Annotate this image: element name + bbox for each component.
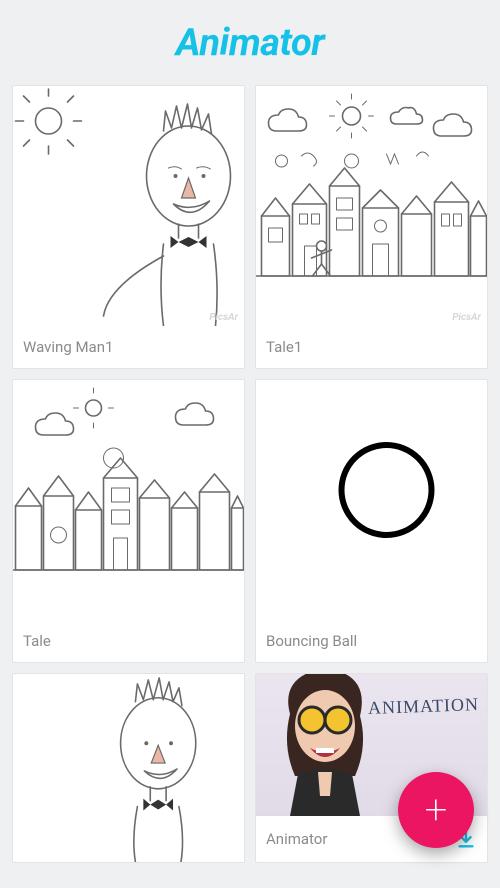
project-thumbnail: PicsAr [13,86,244,326]
watermark: PicsAr [452,312,481,323]
watermark: PicsAr [209,312,238,323]
header: Animator [0,0,500,85]
app-title: Animator [176,21,325,65]
project-label: Animator [266,830,327,848]
project-thumbnail [256,380,487,620]
project-caption: Tale [13,620,244,662]
project-card[interactable]: PicsAr Waving Man1 [12,85,245,369]
project-caption: Tale1 [256,326,487,368]
project-card[interactable]: Bouncing Ball [255,379,488,663]
project-label: Tale1 [266,338,302,356]
waving-man-sketch-icon [13,674,244,862]
project-caption: Bouncing Ball [256,620,487,662]
add-button[interactable]: + [398,772,474,848]
project-card[interactable]: PicsAr Tale1 [255,85,488,369]
townscape-sketch-icon [13,380,244,620]
circle-sketch-icon [256,380,487,620]
waving-man-sketch-icon [13,86,244,326]
project-card[interactable]: Tale [12,379,245,663]
project-caption: Waving Man1 [13,326,244,368]
project-thumbnail [13,674,244,862]
project-label: Bouncing Ball [266,632,357,650]
project-label: Tale [23,632,51,650]
plus-icon: + [425,790,448,830]
townscape-sketch-icon [256,86,487,326]
project-grid: PicsAr Waving Man1 [0,85,500,873]
project-thumbnail [13,380,244,620]
project-card[interactable] [12,673,245,863]
person-photo-icon [260,674,390,816]
project-label: Waving Man1 [23,338,113,356]
project-thumbnail: PicsAr [256,86,487,326]
